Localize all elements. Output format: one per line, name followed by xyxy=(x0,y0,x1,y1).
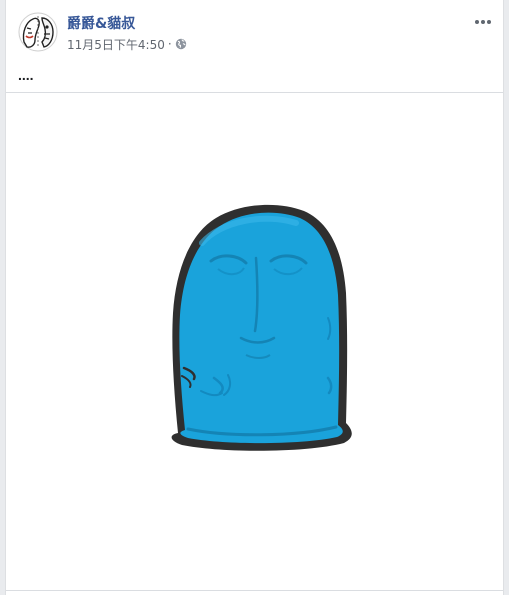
post-image[interactable] xyxy=(6,93,503,590)
author-name[interactable]: 爵爵&貓叔 xyxy=(67,15,135,33)
blue-thumb-character-illustration xyxy=(6,93,503,590)
post-card: 爵爵&貓叔 11月5日下午4:50 · .... xyxy=(5,0,504,595)
post-meta: 11月5日下午4:50 · xyxy=(67,36,187,52)
post-header: 爵爵&貓叔 11月5日下午4:50 · xyxy=(6,0,503,64)
more-options-icon xyxy=(475,20,491,24)
avatar-illustration xyxy=(18,12,58,52)
avatar[interactable] xyxy=(18,12,58,52)
footer-divider xyxy=(6,590,503,591)
meta-separator: · xyxy=(167,37,172,51)
post-timestamp[interactable]: 11月5日下午4:50 xyxy=(67,36,165,53)
post-text: .... xyxy=(18,67,34,83)
more-options-button[interactable] xyxy=(471,12,495,32)
globe-icon[interactable] xyxy=(175,38,187,50)
